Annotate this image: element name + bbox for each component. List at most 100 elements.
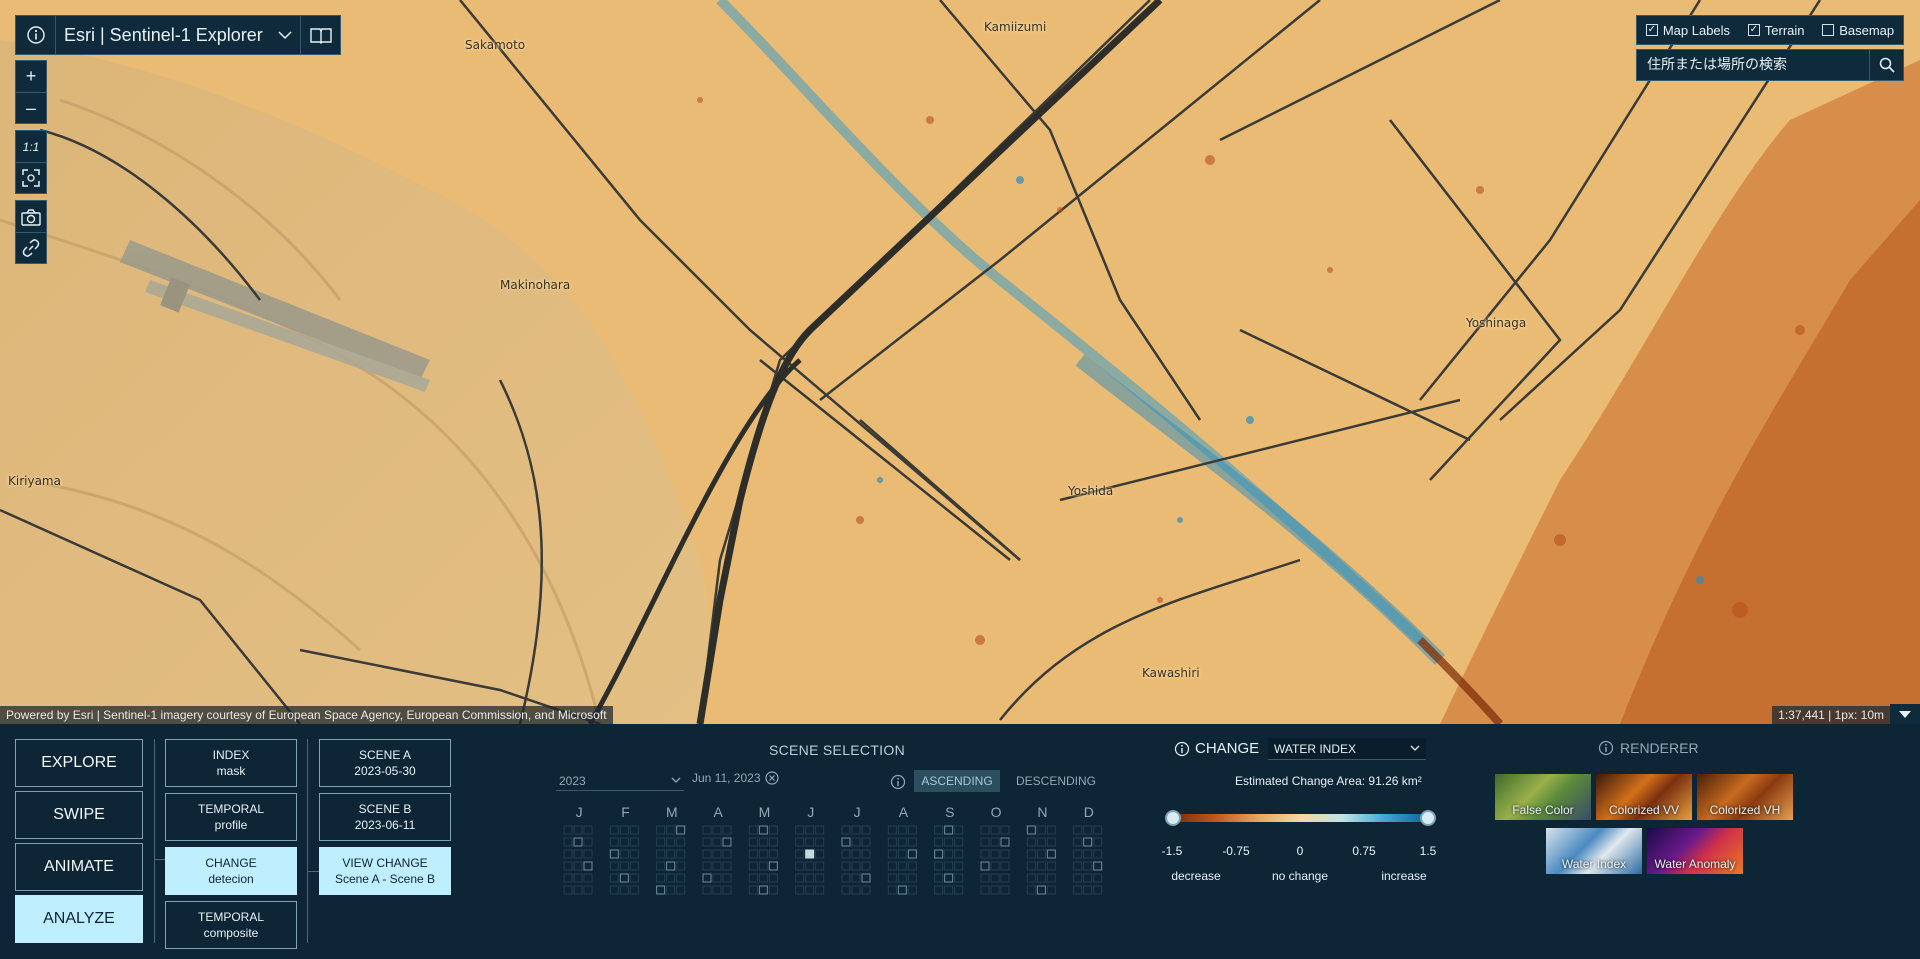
calendar-scene-cell[interactable] [676,825,686,835]
calendar-day-cell [748,885,758,895]
basemap-checkbox[interactable]: Basemap [1822,23,1894,38]
calendar-scene-cell[interactable] [944,825,954,835]
bottom-panel: EXPLORE SWIPE ANIMATE ANALYZE INDEX mask … [0,724,1920,959]
calendar-day-cell [563,849,573,859]
descending-toggle[interactable]: DESCENDING [1008,770,1104,792]
calendar-scene-cell[interactable] [609,849,619,859]
calendar-day-cell [990,849,1000,859]
zoom-out-button[interactable]: – [16,92,46,123]
calendar-day-cell [609,885,619,895]
renderer-false-color-thumbnail[interactable]: False Color [1495,774,1591,820]
app-switcher-chevron-down-icon[interactable] [270,27,300,43]
calendar-scene-cell[interactable] [907,849,917,859]
calendar-day-cell [666,873,676,883]
calendar-scene-cell[interactable] [1026,825,1036,835]
calendar-day-cell [887,873,897,883]
calendar-scene-cell[interactable] [583,861,593,871]
view-change-button[interactable]: VIEW CHANGE Scene A - Scene B [319,847,451,895]
calendar-scene-cell[interactable] [897,885,907,895]
calendar-scene-cell[interactable] [656,885,666,895]
calendar-scene-cell[interactable] [666,861,676,871]
calendar-day-cell [1046,885,1056,895]
zoom-to-native-scale-button[interactable]: 1:1 [16,131,46,162]
calendar-day-cell [1000,849,1010,859]
calendar-day-cell [702,825,712,835]
copy-link-button[interactable] [16,232,46,263]
calendar-scene-cell[interactable] [944,873,954,883]
screenshot-button[interactable] [16,201,46,232]
calendar-day-cell [907,837,917,847]
calendar-selected-scene-cell[interactable] [805,849,815,859]
change-info-icon[interactable] [1174,741,1190,757]
calendar-scene-cell[interactable] [619,873,629,883]
map-view[interactable]: Sakamoto Kamiizumi Makinohara Yoshinaga … [0,0,1920,724]
calendar-day-cell [980,885,990,895]
app-title[interactable]: Esri | Sentinel-1 Explorer [56,25,270,46]
range-slider-max-handle[interactable] [1420,810,1436,826]
mode-explore-button[interactable]: EXPLORE [15,739,143,787]
calendar-day-cell [990,825,1000,835]
calendar-scene-cell[interactable] [702,873,712,883]
info-button[interactable] [16,16,56,54]
calendar-scene-cell[interactable] [573,837,583,847]
renderer-colorized-vh-thumbnail[interactable]: Colorized VH [1697,774,1793,820]
calendar-scene-cell[interactable] [758,825,768,835]
calendar-scene-cell[interactable] [841,837,851,847]
renderer-colorized-vv-thumbnail[interactable]: Colorized VV [1596,774,1692,820]
calendar-day-cell [1046,837,1056,847]
renderer-water-anomaly-thumbnail[interactable]: Water Anomaly [1647,828,1743,874]
calendar-scene-cell[interactable] [768,861,778,871]
tool-change-detection-button[interactable]: CHANGE detecion [165,847,297,895]
search-button[interactable] [1869,50,1903,80]
zoom-in-button[interactable]: + [16,61,46,92]
map-labels-checkbox[interactable]: ✓ Map Labels [1645,23,1730,38]
calendar-scene-cell[interactable] [1036,885,1046,895]
collapse-panel-button[interactable] [1890,704,1920,724]
scene-a-button[interactable]: SCENE A 2023-05-30 [319,739,451,787]
scene-calendar-grid[interactable] [556,822,1112,932]
calendar-scene-cell[interactable] [980,861,990,871]
calendar-scene-cell[interactable] [934,849,944,859]
calendar-scene-cell[interactable] [1046,849,1056,859]
renderer-water-index-thumbnail[interactable]: Water Index [1546,828,1642,874]
tool-index-mask-button[interactable]: INDEX mask [165,739,297,787]
calendar-day-cell [666,849,676,859]
calendar-scene-cell[interactable] [722,837,732,847]
calendar-day-cell [815,885,825,895]
calendar-day-cell [954,849,964,859]
range-slider-min-handle[interactable] [1165,810,1181,826]
calendar-day-cell [954,861,964,871]
tool-temporal-composite-button[interactable]: TEMPORAL composite [165,901,297,949]
documentation-book-icon[interactable] [300,16,340,54]
calendar-day-cell [897,825,907,835]
change-index-select[interactable]: WATER INDEX [1268,738,1426,760]
calendar-scene-cell[interactable] [758,885,768,895]
zoom-to-extent-button[interactable] [16,162,46,193]
divider [307,739,308,943]
calendar-scene-cell[interactable] [861,873,871,883]
calendar-day-cell [954,885,964,895]
ramp-tick: 0.75 [1352,844,1376,858]
year-select[interactable]: 2023 [556,771,684,791]
scene-b-button[interactable]: SCENE B 2023-06-11 [319,793,451,841]
mode-swipe-button[interactable]: SWIPE [15,791,143,839]
renderer-info-icon[interactable] [1598,740,1614,756]
calendar-day-cell [887,825,897,835]
calendar-day-cell [609,825,619,835]
app-root: Sakamoto Kamiizumi Makinohara Yoshinaga … [0,0,1920,959]
tool-temporal-profile-button[interactable]: TEMPORAL profile [165,793,297,841]
mode-animate-button[interactable]: ANIMATE [15,843,143,891]
mode-analyze-button[interactable]: ANALYZE [15,895,143,943]
calendar-scene-cell[interactable] [1093,861,1103,871]
clear-date-close-icon[interactable] [764,771,779,785]
calendar-day-cell [1036,849,1046,859]
ascending-toggle[interactable]: ASCENDING [914,770,1000,792]
calendar-scene-cell[interactable] [1000,837,1010,847]
calendar-scene-cell[interactable] [1083,837,1093,847]
terrain-checkbox[interactable]: ✓ Terrain [1747,23,1805,38]
calendar-day-cell [656,849,666,859]
orbit-info-icon[interactable] [890,774,906,790]
map-attribution: Powered by Esri | Sentinel-1 imagery cou… [0,706,613,724]
search-input[interactable] [1637,57,1869,73]
calendar-day-cell [758,849,768,859]
